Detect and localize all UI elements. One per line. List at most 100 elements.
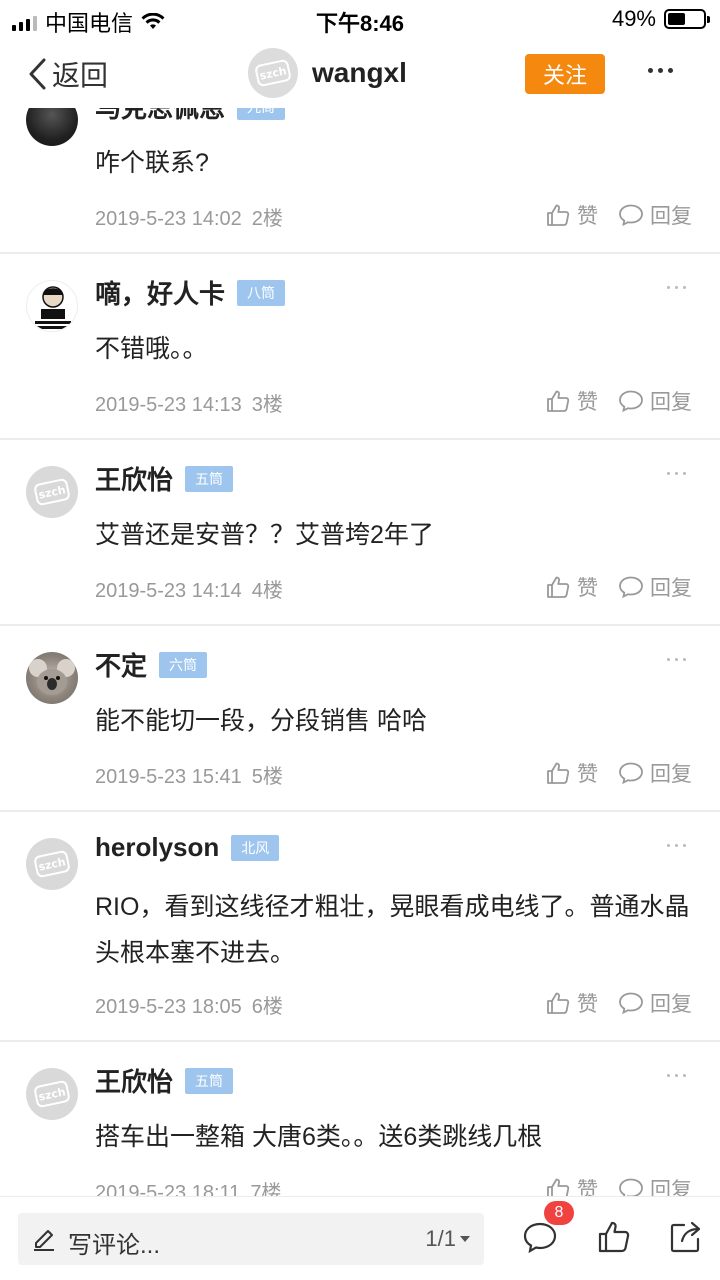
- more-icon[interactable]: [667, 1074, 686, 1077]
- avatar[interactable]: szch: [26, 1068, 78, 1120]
- default-avatar-icon: szch: [33, 1079, 71, 1109]
- reply-label: 回复: [650, 993, 692, 1016]
- comment-header: 马克思佩恩九筒: [95, 108, 286, 125]
- comment-icon: [619, 1178, 643, 1196]
- avatar[interactable]: [26, 108, 78, 146]
- thumbs-up-icon: [547, 576, 570, 598]
- comment-time: 2019-5-23 15:41: [95, 766, 242, 788]
- comment-text: 搭车出一整箱 大唐6类。。送6类跳线几根: [95, 1123, 543, 1151]
- default-avatar-icon: szch: [33, 849, 71, 879]
- more-icon[interactable]: [667, 286, 686, 289]
- comment-author[interactable]: 王欣怡: [95, 460, 173, 497]
- share-icon[interactable]: [668, 1219, 704, 1255]
- koala-avatar-icon: [29, 659, 75, 695]
- like-label: 赞: [577, 577, 598, 600]
- default-avatar-icon: szch: [33, 477, 71, 507]
- comment-time: 2019-5-23 18:05: [95, 996, 242, 1018]
- pencil-icon: [34, 1230, 54, 1251]
- like-button[interactable]: 赞: [545, 758, 598, 788]
- thumbs-up-icon: [547, 992, 570, 1014]
- more-icon[interactable]: [667, 472, 686, 475]
- comment-text: 咋个联系?: [95, 149, 209, 177]
- like-label: 赞: [577, 763, 598, 786]
- chevron-down-icon: [460, 1236, 470, 1242]
- comment-author[interactable]: herolyson: [95, 832, 219, 863]
- avatar[interactable]: [26, 652, 78, 704]
- comment-floor: 3楼: [251, 394, 283, 416]
- level-badge: 五筒: [185, 1067, 234, 1094]
- comment-item[interactable]: szch 王欣怡 五筒搭车出一整箱 大唐6类。。送6类跳线几根 2019-5-23 1…: [0, 1042, 720, 1196]
- comment-item[interactable]: 嘀，好人卡 八筒不错哦。。 2019-5-23 14:13 3楼 赞 回复: [0, 254, 720, 440]
- comment-author[interactable]: 马克思佩恩: [95, 108, 225, 125]
- comment-header: 王欣怡 五筒: [95, 1062, 234, 1099]
- comment-floor: 4楼: [251, 580, 283, 602]
- comment-item[interactable]: szch herolyson 北风 RIO，看到这线径才粗壮，晃眼看成电线了。普通水晶…: [0, 812, 720, 1042]
- more-icon[interactable]: [667, 844, 686, 847]
- comment-header: herolyson 北风: [95, 832, 280, 863]
- comment-author[interactable]: 嘀，好人卡: [95, 274, 225, 311]
- comment-list[interactable]: 马克思佩恩九筒咋个联系?2019-5-23 14:022楼赞回复嘀，好人卡八筒不…: [0, 108, 720, 1196]
- reply-button[interactable]: 回复: [618, 200, 692, 230]
- comment-meta: 2019-5-23 18:11 7楼: [95, 1176, 281, 1196]
- comment-item[interactable]: 马克思佩恩九筒咋个联系? 2019-5-23 14:02 2楼 赞 回复: [0, 108, 720, 254]
- reply-button[interactable]: 回复: [618, 758, 692, 788]
- reply-button[interactable]: 回复: [618, 386, 692, 416]
- follow-button[interactable]: 关注: [525, 54, 605, 94]
- back-label: 返回: [52, 60, 109, 91]
- comment-text: 不错哦。。: [95, 335, 208, 363]
- comment-placeholder: 写评论...: [68, 1232, 161, 1259]
- comment-actions: 赞 回复: [545, 1174, 692, 1196]
- comment-header: 不定 六筒: [95, 646, 208, 683]
- comment-time: 2019-5-23 18:11: [95, 1182, 241, 1196]
- reply-label: 回复: [650, 1179, 692, 1196]
- thumbs-up-icon: [547, 390, 570, 412]
- more-icon[interactable]: [648, 68, 673, 73]
- comment-actions: 赞 回复: [545, 572, 692, 602]
- comment-author[interactable]: 不定: [95, 646, 147, 683]
- nav-user[interactable]: szch wangxl: [248, 48, 407, 98]
- more-icon[interactable]: [667, 658, 686, 661]
- comment-icon: [619, 762, 643, 785]
- back-button[interactable]: 返回: [26, 54, 108, 94]
- reply-button[interactable]: 回复: [618, 1174, 692, 1196]
- comment-item[interactable]: 不定 六筒 能不能切一段，分段销售 哈哈 2019-5-23 15:41 5楼 赞 回复: [0, 626, 720, 812]
- comment-icon: [619, 390, 643, 413]
- like-button[interactable]: 赞: [545, 1174, 598, 1196]
- like-button[interactable]: 赞: [545, 200, 598, 230]
- comment-actions: 赞 回复: [545, 758, 692, 788]
- comment-header: 王欣怡 五筒: [95, 460, 234, 497]
- comment-actions: 赞 回复: [545, 988, 692, 1018]
- comment-actions: 赞 回复: [545, 386, 692, 416]
- comment-floor: 7楼: [250, 1182, 282, 1196]
- comment-meta: 2019-5-23 14:14 4楼: [95, 574, 283, 603]
- reply-label: 回复: [650, 391, 692, 414]
- avatar[interactable]: szch: [26, 838, 78, 890]
- comment-text: RIO，看到这线径才粗壮，晃眼看成电线了。普通水晶头根本塞不进去。: [95, 893, 690, 967]
- thumbs-up-icon[interactable]: [596, 1219, 632, 1255]
- page-indicator-label: 1/1: [425, 1226, 456, 1251]
- comment-icon: [619, 992, 643, 1015]
- thumbs-up-icon: [547, 204, 570, 226]
- reply-button[interactable]: 回复: [618, 572, 692, 602]
- comment-icon: [619, 204, 643, 227]
- comment-header: 嘀，好人卡 八筒: [95, 274, 286, 311]
- reply-label: 回复: [650, 205, 692, 228]
- comment-author[interactable]: 王欣怡: [95, 1062, 173, 1099]
- battery-icon: [664, 9, 710, 29]
- avatar[interactable]: [26, 280, 78, 332]
- like-button[interactable]: 赞: [545, 386, 598, 416]
- comment-item[interactable]: szch 王欣怡 五筒 艾普还是安普？？艾普垮2年了 2019-5-23 14:14 4楼…: [0, 440, 720, 626]
- avatar[interactable]: szch: [26, 466, 78, 518]
- like-button[interactable]: 赞: [545, 988, 598, 1018]
- comment-floor: 2楼: [251, 208, 283, 230]
- like-button[interactable]: 赞: [545, 572, 598, 602]
- comment-time: 2019-5-23 14:13: [95, 394, 242, 416]
- comment-meta: 2019-5-23 14:02 2楼: [95, 202, 283, 231]
- comment-meta: 2019-5-23 15:41 5楼: [95, 760, 283, 789]
- page-indicator[interactable]: 1/1: [425, 1226, 470, 1252]
- reply-button[interactable]: 回复: [618, 988, 692, 1018]
- battery-percent: 49%: [611, 6, 656, 31]
- comment-input[interactable]: 写评论... 1/1: [18, 1213, 484, 1265]
- thumbs-up-icon: [547, 1178, 570, 1196]
- default-avatar-icon: szch: [254, 58, 292, 88]
